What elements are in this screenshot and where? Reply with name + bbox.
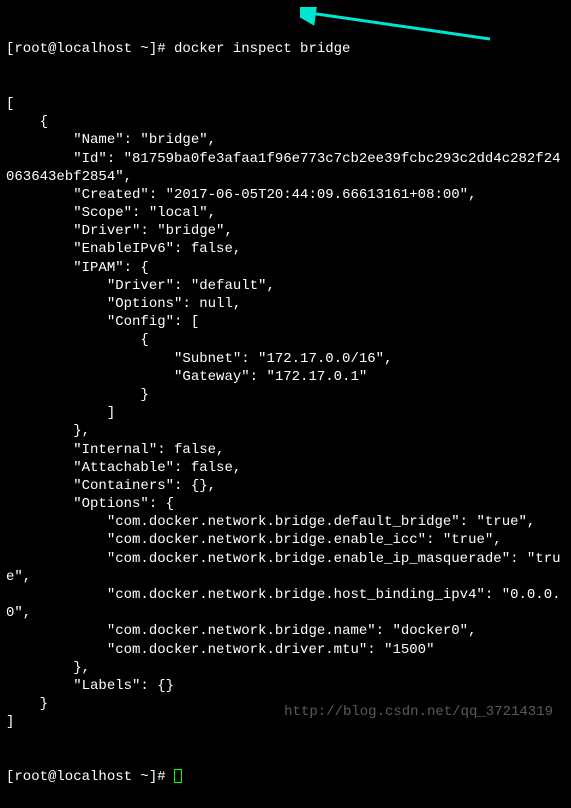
- output-line: "Gateway": "172.17.0.1": [6, 368, 565, 386]
- output-line: "IPAM": {: [6, 259, 565, 277]
- output-line: "Options": {: [6, 495, 565, 513]
- output-line: },: [6, 422, 565, 440]
- output-line: "Config": [: [6, 313, 565, 331]
- shell-command: docker inspect bridge: [174, 41, 350, 57]
- output-line: "com.docker.network.bridge.enable_icc": …: [6, 531, 565, 549]
- output-line: "com.docker.network.bridge.name": "docke…: [6, 622, 565, 640]
- output-line: "com.docker.network.bridge.default_bridg…: [6, 513, 565, 531]
- shell-prompt: [root@localhost ~]#: [6, 769, 174, 785]
- output-line: "Id": "81759ba0fe3afaa1f96e773c7cb2ee39f…: [6, 150, 565, 186]
- command-line-2[interactable]: [root@localhost ~]#: [6, 768, 565, 786]
- shell-prompt: [root@localhost ~]#: [6, 41, 174, 57]
- output-line: "Labels": {}: [6, 677, 565, 695]
- output-line: "Name": "bridge",: [6, 131, 565, 149]
- output-line: "EnableIPv6": false,: [6, 240, 565, 258]
- output-line: "Driver": "default",: [6, 277, 565, 295]
- output-line: "com.docker.network.bridge.enable_ip_mas…: [6, 550, 565, 586]
- output-line: [: [6, 95, 565, 113]
- output-line: {: [6, 331, 565, 349]
- output-line: "Created": "2017-06-05T20:44:09.66613161…: [6, 186, 565, 204]
- output-line: "com.docker.network.driver.mtu": "1500": [6, 641, 565, 659]
- command-line-1: [root@localhost ~]# docker inspect bridg…: [6, 40, 565, 58]
- output-line: }: [6, 386, 565, 404]
- output-line: "Subnet": "172.17.0.0/16",: [6, 350, 565, 368]
- watermark-text: http://blog.csdn.net/qq_37214319: [284, 704, 553, 720]
- output-line: "Driver": "bridge",: [6, 222, 565, 240]
- output-line: ]: [6, 404, 565, 422]
- output-line: "Options": null,: [6, 295, 565, 313]
- output-line: "Internal": false,: [6, 441, 565, 459]
- output-line: "com.docker.network.bridge.host_binding_…: [6, 586, 565, 622]
- terminal-output[interactable]: [root@localhost ~]# docker inspect bridg…: [0, 0, 571, 808]
- command-output: [ { "Name": "bridge", "Id": "81759ba0fe3…: [6, 95, 565, 732]
- output-line: {: [6, 113, 565, 131]
- output-line: "Containers": {},: [6, 477, 565, 495]
- output-line: },: [6, 659, 565, 677]
- output-line: "Attachable": false,: [6, 459, 565, 477]
- cursor-icon: [174, 769, 182, 783]
- output-line: "Scope": "local",: [6, 204, 565, 222]
